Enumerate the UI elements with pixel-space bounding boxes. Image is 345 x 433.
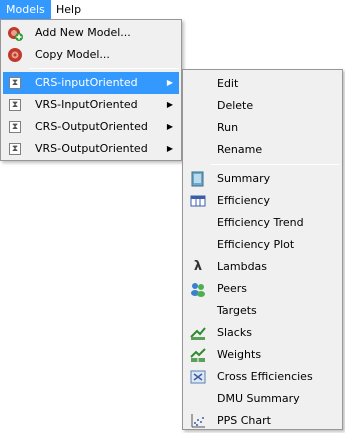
submenu-item-efficiency-trend[interactable]: Efficiency Trend: [185, 212, 340, 234]
submenu-item-label: Peers: [217, 282, 248, 295]
submenu-item-rename[interactable]: Rename: [185, 139, 340, 161]
menu-separator: [29, 68, 179, 69]
menu-item-label: VRS-OutputOriented: [35, 142, 148, 155]
menu-item-crs-input-oriented[interactable]: ⧗ CRS-inputOriented ▶: [3, 72, 179, 94]
submenu-item-edit[interactable]: Edit: [185, 73, 340, 95]
lambda-icon: λ: [193, 259, 203, 274]
menu-item-label: VRS-InputOriented: [35, 98, 138, 111]
submenu-item-label: Efficiency: [217, 194, 270, 207]
models-dropdown: Add New Model... Copy Model... ⧗ CRS-inp…: [0, 19, 182, 161]
menu-item-label: CRS-inputOriented: [35, 76, 138, 89]
submenu-item-label: Rename: [217, 143, 263, 156]
submenu-item-label: Efficiency Plot: [217, 238, 295, 251]
copy-model-icon: [7, 47, 23, 63]
submenu-item-label: Edit: [217, 77, 239, 90]
submenu-item-label: Slacks: [217, 326, 252, 339]
pps-chart-icon: [190, 413, 206, 429]
submenu-item-targets[interactable]: Targets: [185, 300, 340, 322]
menu-item-label: Add New Model...: [35, 26, 131, 39]
submenu-item-label: PPS Chart: [217, 414, 271, 427]
slacks-icon: [190, 325, 206, 341]
submenu-arrow-icon: ▶: [166, 78, 173, 87]
menu-item-vrs-output-oriented[interactable]: ⧗ VRS-OutputOriented ▶: [3, 138, 179, 160]
menu-item-crs-output-oriented[interactable]: ⧗ CRS-OutputOriented ▶: [3, 116, 179, 138]
submenu-item-label: Summary: [217, 172, 271, 185]
submenu-arrow-icon: ▶: [166, 100, 173, 109]
submenu-item-summary[interactable]: Summary: [185, 168, 340, 190]
peers-icon: [190, 281, 206, 297]
weights-icon: [190, 347, 206, 363]
submenu-item-pps-chart[interactable]: PPS Chart: [185, 410, 340, 432]
menu-models[interactable]: Models: [0, 0, 51, 19]
submenu-item-label: Cross Efficiencies: [217, 370, 313, 383]
submenu-arrow-icon: ▶: [166, 122, 173, 131]
model-submenu: Edit Delete Run Rename Summary Efficienc…: [182, 69, 343, 430]
submenu-item-label: DMU Summary: [217, 392, 300, 405]
submenu-item-lambdas[interactable]: λ Lambdas: [185, 256, 340, 278]
submenu-item-label: Efficiency Trend: [217, 216, 304, 229]
submenu-item-dmu-summary[interactable]: DMU Summary: [185, 388, 340, 410]
submenu-item-label: Run: [217, 121, 239, 134]
menu-item-vrs-input-oriented[interactable]: ⧗ VRS-InputOriented ▶: [3, 94, 179, 116]
submenu-item-slacks[interactable]: Slacks: [185, 322, 340, 344]
submenu-item-label: Targets: [217, 304, 257, 317]
submenu-item-delete[interactable]: Delete: [185, 95, 340, 117]
submenu-item-weights[interactable]: Weights: [185, 344, 340, 366]
submenu-item-efficiency[interactable]: Efficiency: [185, 190, 340, 212]
submenu-item-label: Weights: [217, 348, 262, 361]
hourglass-icon: ⧗: [7, 75, 23, 91]
submenu-item-cross-efficiencies[interactable]: Cross Efficiencies: [185, 366, 340, 388]
menubar: Models Help: [0, 0, 345, 19]
submenu-item-label: Lambdas: [217, 260, 268, 273]
hourglass-icon: ⧗: [7, 97, 23, 113]
submenu-item-label: Delete: [217, 99, 254, 112]
hourglass-icon: ⧗: [7, 141, 23, 157]
hourglass-icon: ⧗: [7, 119, 23, 135]
efficiency-icon: [190, 193, 206, 209]
submenu-item-run[interactable]: Run: [185, 117, 340, 139]
menu-item-label: CRS-OutputOriented: [35, 120, 148, 133]
summary-icon: [190, 171, 206, 187]
cross-efficiencies-icon: [190, 369, 206, 385]
submenu-arrow-icon: ▶: [166, 144, 173, 153]
menu-item-add-new-model[interactable]: Add New Model...: [3, 22, 179, 44]
submenu-item-peers[interactable]: Peers: [185, 278, 340, 300]
add-model-icon: [7, 25, 23, 41]
submenu-item-efficiency-plot[interactable]: Efficiency Plot: [185, 234, 340, 256]
menu-help[interactable]: Help: [50, 0, 87, 19]
submenu-separator: [211, 164, 340, 165]
menu-item-label: Copy Model...: [35, 48, 110, 61]
menu-item-copy-model[interactable]: Copy Model...: [3, 44, 179, 66]
